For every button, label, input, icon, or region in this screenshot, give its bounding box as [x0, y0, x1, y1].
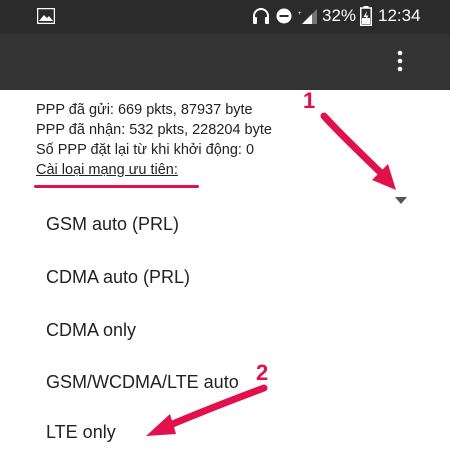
highlight-underline — [34, 185, 199, 188]
option-cdma-only[interactable]: CDMA only — [46, 310, 136, 350]
more-vert-icon[interactable] — [396, 49, 404, 73]
ppp-received-text: PPP đã nhận: 532 pkts, 228204 byte — [36, 122, 272, 138]
option-gsm-wcdma-lte-auto[interactable]: GSM/WCDMA/LTE auto — [46, 362, 239, 402]
option-cdma-auto-prl[interactable]: CDMA auto (PRL) — [46, 257, 190, 297]
clock: 12:34 — [378, 6, 421, 25]
status-bar: + 32% 12:34 — [0, 0, 450, 34]
ppp-info: PPP đã gửi: 669 pkts, 87937 byte PPP đã … — [36, 100, 336, 180]
preferred-network-label: Cài loại mạng ưu tiên: — [36, 162, 178, 178]
ppp-sent-text: PPP đã gửi: 669 pkts, 87937 byte — [36, 102, 253, 118]
option-lte-only[interactable]: LTE only — [46, 412, 116, 452]
annotation-number-2: 2 — [256, 360, 269, 385]
image-icon — [37, 8, 55, 24]
battery-percent: 32% — [322, 6, 357, 25]
battery-icon — [360, 6, 372, 26]
option-gsm-auto-prl[interactable]: GSM auto (PRL) — [46, 204, 179, 244]
signal-icon: + — [298, 9, 317, 24]
ppp-resets-text: Số PPP đặt lại từ khi khởi động: 0 — [36, 142, 255, 158]
app-bar — [0, 34, 450, 90]
annotation-number-1: 1 — [303, 88, 316, 113]
do-not-disturb-icon — [276, 8, 292, 24]
dropdown-arrow-icon[interactable] — [395, 197, 407, 204]
svg-text:+: + — [298, 11, 302, 17]
headset-icon — [253, 8, 269, 24]
